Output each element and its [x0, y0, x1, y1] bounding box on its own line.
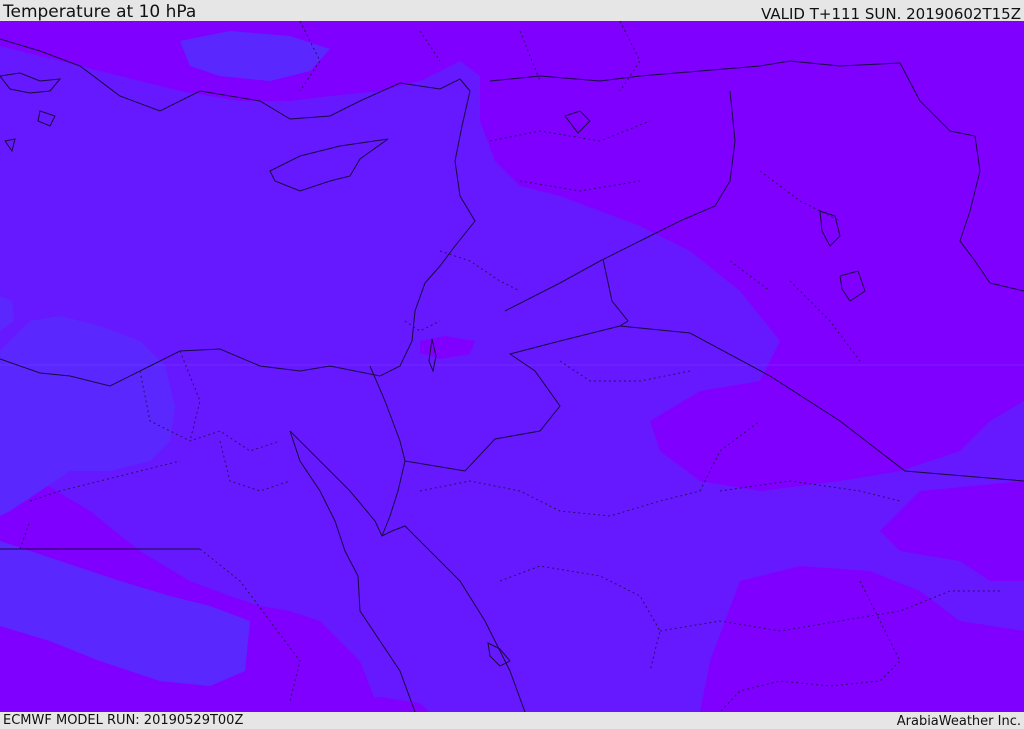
map-area[interactable] [0, 21, 1024, 712]
model-run-label: ECMWF MODEL RUN: 20190529T00Z [3, 713, 244, 728]
map-title: Temperature at 10 hPa [3, 2, 197, 22]
temperature-field-map [0, 21, 1024, 712]
footer-bar: ECMWF MODEL RUN: 20190529T00Z ArabiaWeat… [0, 712, 1024, 729]
header-bar: Temperature at 10 hPa VALID T+111 SUN. 2… [0, 0, 1024, 23]
credit-label: ArabiaWeather Inc. [896, 714, 1021, 729]
